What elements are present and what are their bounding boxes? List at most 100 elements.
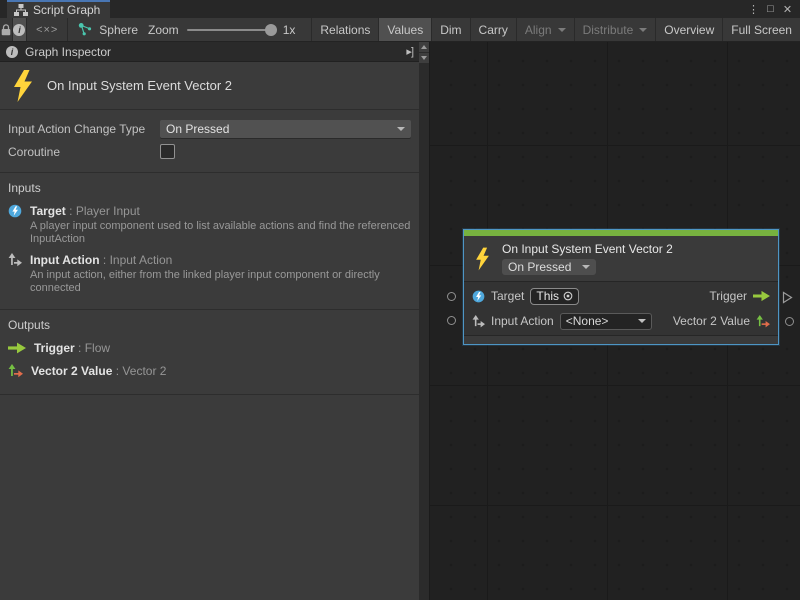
trigger-port-label: Trigger <box>709 289 747 303</box>
node-settings: Input Action Change Type On Pressed Coro… <box>0 110 419 173</box>
tab-label: Script Graph <box>33 3 100 17</box>
node-row-input-action: Input Action <None> Vector 2 Value <box>472 310 770 333</box>
graph-inspector-panel: i Graph Inspector ▸] On Input System Eve… <box>0 42 419 600</box>
flow-arrow-icon <box>753 290 770 302</box>
coroutine-checkbox[interactable] <box>160 144 175 159</box>
flow-arrow-icon <box>8 342 26 354</box>
node-header[interactable]: On Input System Event Vector 2 On Presse… <box>464 236 778 282</box>
event-type-dropdown[interactable]: On Pressed <box>502 259 596 275</box>
graph-hierarchy-icon <box>14 4 28 16</box>
graph-canvas[interactable]: On Input System Event Vector 2 On Presse… <box>429 42 800 600</box>
vector2-name: Vector 2 Value <box>31 364 112 378</box>
maximize-icon[interactable]: □ <box>762 3 779 15</box>
trigger-output-port[interactable] <box>782 291 793 304</box>
separator: : <box>116 364 119 378</box>
dock-panel-icon[interactable]: ▸] <box>406 45 413 58</box>
window-controls: ⋮ □ ✕ <box>745 0 796 18</box>
node-row-target: Target This Trigger <box>472 285 770 308</box>
relations-label: Relations <box>320 23 370 37</box>
separator: : <box>69 204 72 218</box>
input-action-value: <None> <box>566 314 609 328</box>
target-object-value: This <box>536 289 559 303</box>
toolbar-button-group: Relations Values Dim Carry Align Distrib… <box>311 18 800 41</box>
chevron-down-icon <box>638 319 646 323</box>
scroll-up-button[interactable] <box>419 42 429 52</box>
overview-button[interactable]: Overview <box>656 18 723 41</box>
code-preview-button[interactable]: <×> <box>27 18 68 41</box>
inspector-node-title: On Input System Event Vector 2 <box>47 78 232 93</box>
full-screen-button[interactable]: Full Screen <box>723 18 800 41</box>
event-node[interactable]: On Input System Event Vector 2 On Presse… <box>463 229 779 345</box>
carry-button[interactable]: Carry <box>471 18 517 41</box>
lock-button[interactable] <box>0 18 13 41</box>
input-action-description: An input action, either from the linked … <box>30 269 415 295</box>
input-action-input-port[interactable] <box>447 316 456 325</box>
node-body: Target This Trigger <box>464 282 778 335</box>
tab-script-graph[interactable]: Script Graph <box>7 0 110 18</box>
align-label: Align <box>525 23 552 37</box>
graph-toolbar: i <×> Sphere Zoom 1x Relations Values Di <box>0 18 800 42</box>
input-action-port-item: Input Action : Input Action An input act… <box>0 252 419 295</box>
zoom-control: Zoom 1x <box>148 18 295 41</box>
overview-label: Overview <box>664 23 714 37</box>
input-action-type: Input Action <box>110 253 173 267</box>
node-footer <box>464 335 778 344</box>
zoom-slider[interactable] <box>187 29 275 31</box>
vector2-output-port[interactable] <box>785 317 794 326</box>
event-bolt-icon <box>474 247 491 271</box>
vector2-port-item: Vector 2 Value : Vector 2 <box>0 363 419 378</box>
change-type-value: On Pressed <box>166 122 229 136</box>
graph-name-label: Sphere <box>99 23 138 37</box>
graph-inspector-header: i Graph Inspector ▸] <box>0 42 419 62</box>
change-type-dropdown[interactable]: On Pressed <box>160 120 411 138</box>
target-port-item: Target : Player Input A player input com… <box>0 203 419 246</box>
vector2-port-label: Vector 2 Value <box>673 314 750 328</box>
inspect-toggle-button[interactable]: i <box>13 18 27 41</box>
inspector-scrollbar[interactable] <box>419 42 429 600</box>
distribute-label: Distribute <box>583 23 634 37</box>
event-type-value: On Pressed <box>508 260 571 274</box>
object-picker-icon[interactable] <box>563 291 573 301</box>
graph-asset-icon <box>78 23 93 36</box>
zoom-slider-handle[interactable] <box>265 24 277 36</box>
input-action-dropdown[interactable]: <None> <box>560 313 652 330</box>
full-screen-label: Full Screen <box>731 23 792 37</box>
zoom-label: Zoom <box>148 23 179 37</box>
inputs-section: Inputs Target : Player Input A player in… <box>0 173 419 310</box>
target-object-field[interactable]: This <box>530 288 579 305</box>
close-icon[interactable]: ✕ <box>779 3 796 16</box>
align-button[interactable]: Align <box>517 18 575 41</box>
relations-button[interactable]: Relations <box>311 18 379 41</box>
chevron-down-icon <box>582 265 590 269</box>
separator: : <box>78 341 81 355</box>
coroutine-label: Coroutine <box>8 145 160 159</box>
trigger-type: Flow <box>85 341 110 355</box>
carry-label: Carry <box>479 23 508 37</box>
vector2-icon <box>756 315 770 328</box>
code-icon: <×> <box>36 24 58 36</box>
dim-button[interactable]: Dim <box>432 18 470 41</box>
chevron-down-icon <box>639 28 647 32</box>
info-icon: i <box>13 24 25 36</box>
triangle-down-icon <box>421 56 427 60</box>
window-menu-icon[interactable]: ⋮ <box>745 3 762 16</box>
change-type-field: Input Action Change Type On Pressed <box>8 119 411 138</box>
graph-inspector-title: Graph Inspector <box>25 45 111 59</box>
inputs-heading: Inputs <box>0 181 419 197</box>
coroutine-field: Coroutine <box>8 142 411 161</box>
event-bolt-icon <box>11 70 35 102</box>
outputs-section: Outputs Trigger : Flow Vector 2 Value <box>0 310 419 395</box>
player-input-icon <box>472 290 485 303</box>
target-input-port[interactable] <box>447 292 456 301</box>
info-icon: i <box>6 46 18 58</box>
chevron-down-icon <box>558 28 566 32</box>
values-button[interactable]: Values <box>379 18 432 41</box>
chevron-down-icon <box>397 127 405 131</box>
scroll-down-button[interactable] <box>419 53 429 63</box>
node-title-section: On Input System Event Vector 2 <box>0 62 419 110</box>
distribute-button[interactable]: Distribute <box>575 18 657 41</box>
trigger-port-item: Trigger : Flow <box>0 340 419 355</box>
input-action-name: Input Action <box>30 253 100 267</box>
input-action-icon <box>472 315 485 328</box>
target-description: A player input component used to list av… <box>30 220 415 246</box>
